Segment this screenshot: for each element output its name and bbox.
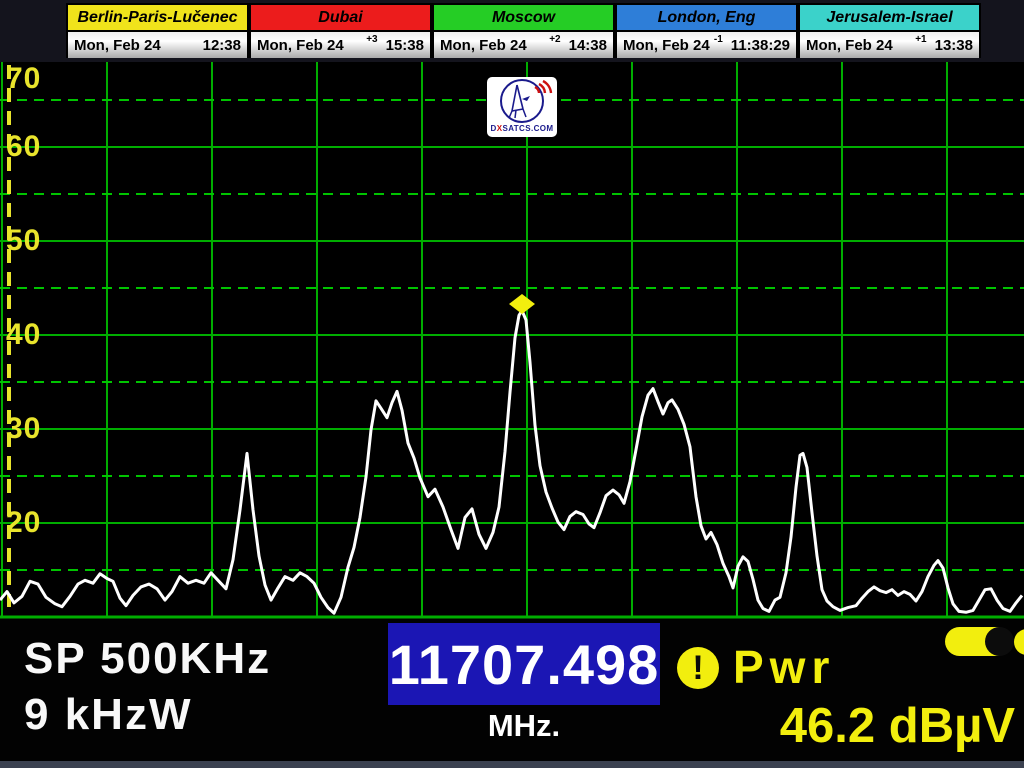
clock-time: 12:38 xyxy=(203,37,241,54)
satellite-meter-screen: Berlin-Paris-Lučenec Mon, Feb 24 12:38 D… xyxy=(0,0,1024,768)
bandwidth-readout: 9 kHzW xyxy=(24,690,192,740)
clock-utc-offset: +3 xyxy=(366,34,377,45)
dxsatcs-logo: DXSATCS.COM xyxy=(487,77,557,137)
clock-city-label: Moscow xyxy=(434,5,613,32)
y-tick-label: 20 xyxy=(6,507,41,539)
alert-icon: ! xyxy=(677,647,719,689)
clock-utc-offset: +1 xyxy=(915,34,926,45)
spectrum-plot xyxy=(0,62,1024,620)
clock-time: 13:38 xyxy=(935,37,973,54)
satellite-dish-icon xyxy=(489,77,555,125)
span-readout: SP 500KHz xyxy=(24,634,271,684)
clock-panel-london: London, Eng Mon, Feb 24 -1 11:38:29 xyxy=(615,3,798,58)
clock-city-label: London, Eng xyxy=(617,5,796,32)
spectrum-trace xyxy=(0,311,1022,614)
marker-diamond[interactable] xyxy=(509,294,535,314)
clock-utc-offset: +2 xyxy=(549,34,560,45)
clock-city-label: Dubai xyxy=(251,5,430,32)
window-edge-strip xyxy=(0,761,1024,768)
clock-city-label: Jerusalem-Israel xyxy=(800,5,979,32)
clock-date: Mon, Feb 24 xyxy=(623,37,710,54)
y-tick-label: 60 xyxy=(6,131,41,163)
clock-panel-berlin: Berlin-Paris-Lučenec Mon, Feb 24 12:38 xyxy=(66,3,249,58)
clock-city-label: Berlin-Paris-Lučenec xyxy=(68,5,247,32)
clock-time: 11:38:29 xyxy=(731,37,790,54)
y-tick-label: 70 xyxy=(6,63,41,95)
readout-bar: SP 500KHz 9 kHzW 11707.498 MHz. ! Pwr 46… xyxy=(0,620,1024,768)
clock-time: 15:38 xyxy=(386,37,424,54)
clock-time: 14:38 xyxy=(569,37,607,54)
frequency-display[interactable]: 11707.498 xyxy=(388,623,660,705)
world-clock-bar: Berlin-Paris-Lučenec Mon, Feb 24 12:38 D… xyxy=(0,0,1024,62)
y-tick-label: 50 xyxy=(6,225,41,257)
clock-date: Mon, Feb 24 xyxy=(440,37,527,54)
clock-panel-jerusalem: Jerusalem-Israel Mon, Feb 24 +1 13:38 xyxy=(798,3,981,58)
toggle-knob[interactable] xyxy=(1014,629,1024,655)
toggle-notch xyxy=(985,627,1014,656)
logo-wordmark: DXSATCS.COM xyxy=(491,125,554,133)
spectrum-display: 70 60 50 40 30 20 DXSATCS.COM xyxy=(0,62,1024,620)
clock-date: Mon, Feb 24 xyxy=(257,37,344,54)
clock-date: Mon, Feb 24 xyxy=(74,37,161,54)
clock-panel-moscow: Moscow Mon, Feb 24 +2 14:38 xyxy=(432,3,615,58)
power-value: 46.2 dBµV xyxy=(700,698,1015,754)
y-tick-label: 30 xyxy=(6,413,41,445)
clock-date: Mon, Feb 24 xyxy=(806,37,893,54)
toggle-switch[interactable] xyxy=(945,627,1011,656)
y-tick-label: 40 xyxy=(6,319,41,351)
clock-panel-dubai: Dubai Mon, Feb 24 +3 15:38 xyxy=(249,3,432,58)
frequency-unit-label: MHz. xyxy=(388,708,660,744)
power-label: Pwr xyxy=(733,640,835,694)
clock-utc-offset: -1 xyxy=(714,34,723,45)
